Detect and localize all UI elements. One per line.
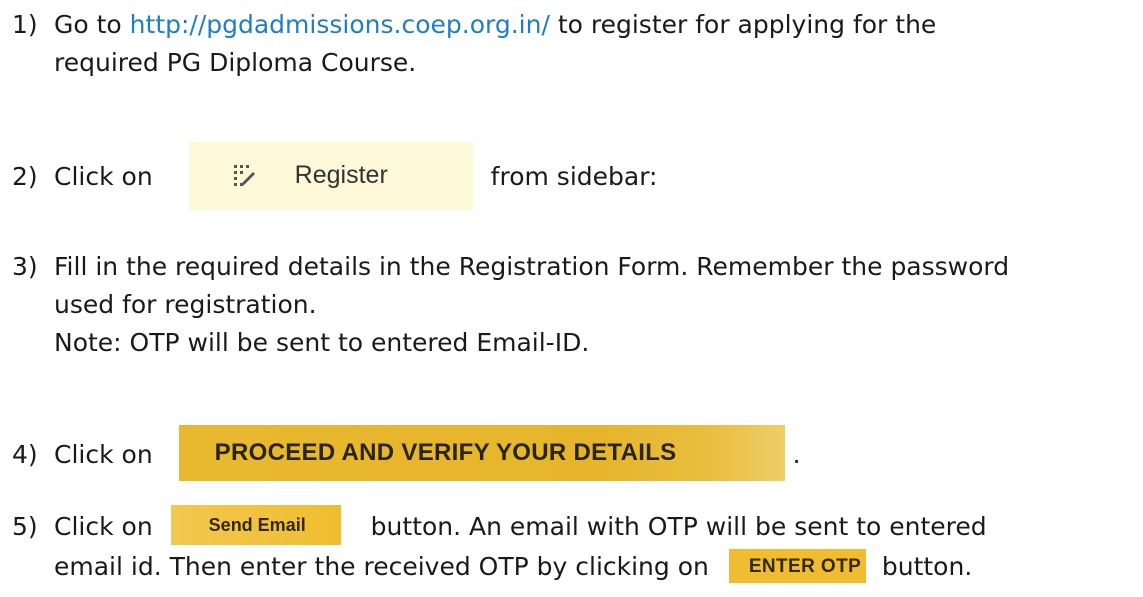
- step-5: 5) Click on Send Email button. An email w…: [12, 505, 987, 586]
- send-email-label: Send Email: [208, 515, 306, 535]
- step-number: 2): [12, 162, 38, 191]
- step-text: .: [792, 440, 801, 469]
- enter-otp-label: ENTER OTP: [748, 556, 862, 577]
- step-3-line-1: 3) Fill in the required details in the Re…: [12, 248, 1009, 286]
- step-1-line-2: required PG Diploma Course.: [54, 48, 417, 77]
- step-3-note: Note: OTP will be sent to entered Email-…: [54, 328, 590, 357]
- step-text: button.: [881, 552, 973, 581]
- step-number: 3): [12, 252, 38, 281]
- step-3-line-2: used for registration.: [54, 290, 317, 319]
- send-email-button[interactable]: Send Email: [170, 505, 341, 545]
- register-grid-pencil-icon: [233, 165, 255, 186]
- step-5-line-2: email id. Then enter the received OTP by…: [12, 548, 987, 586]
- step-text: button. An email with OTP will be sent t…: [370, 512, 987, 541]
- enter-otp-button[interactable]: ENTER OTP: [728, 549, 866, 583]
- register-sidebar-button[interactable]: Register: [188, 142, 473, 210]
- step-text: Click on: [54, 512, 153, 541]
- step-number: 4): [12, 440, 38, 469]
- proceed-and-verify-button[interactable]: PROCEED AND VERIFY YOUR DETAILS: [178, 425, 785, 481]
- step-1: 1) Go to http://pgdadmissions.coep.org.in…: [12, 6, 936, 82]
- step-text: Click on: [54, 440, 153, 469]
- admissions-link[interactable]: http://pgdadmissions.coep.org.in/: [130, 10, 550, 39]
- step-2: 2) Click on Register from sidebar:: [12, 142, 658, 212]
- step-text: from sidebar:: [490, 162, 658, 191]
- step-number: 5): [12, 512, 38, 541]
- step-text: to register for applying for the: [549, 10, 937, 39]
- step-3: 3) Fill in the required details in the Re…: [12, 248, 1009, 362]
- proceed-button-label: PROCEED AND VERIFY YOUR DETAILS: [214, 439, 677, 466]
- step-text: Go to: [54, 10, 130, 39]
- step-text: Click on: [54, 162, 153, 191]
- register-button-label: Register: [294, 161, 388, 189]
- step-1-line-1: 1) Go to http://pgdadmissions.coep.org.in…: [12, 6, 936, 44]
- step-number: 1): [12, 10, 38, 39]
- step-5-line-1: 5) Click on Send Email button. An email w…: [12, 505, 987, 548]
- step-4: 4) Click on PROCEED AND VERIFY YOUR DETAI…: [12, 425, 801, 484]
- step-text: email id. Then enter the received OTP by…: [54, 552, 709, 581]
- step-text: Fill in the required details in the Regi…: [54, 252, 1010, 281]
